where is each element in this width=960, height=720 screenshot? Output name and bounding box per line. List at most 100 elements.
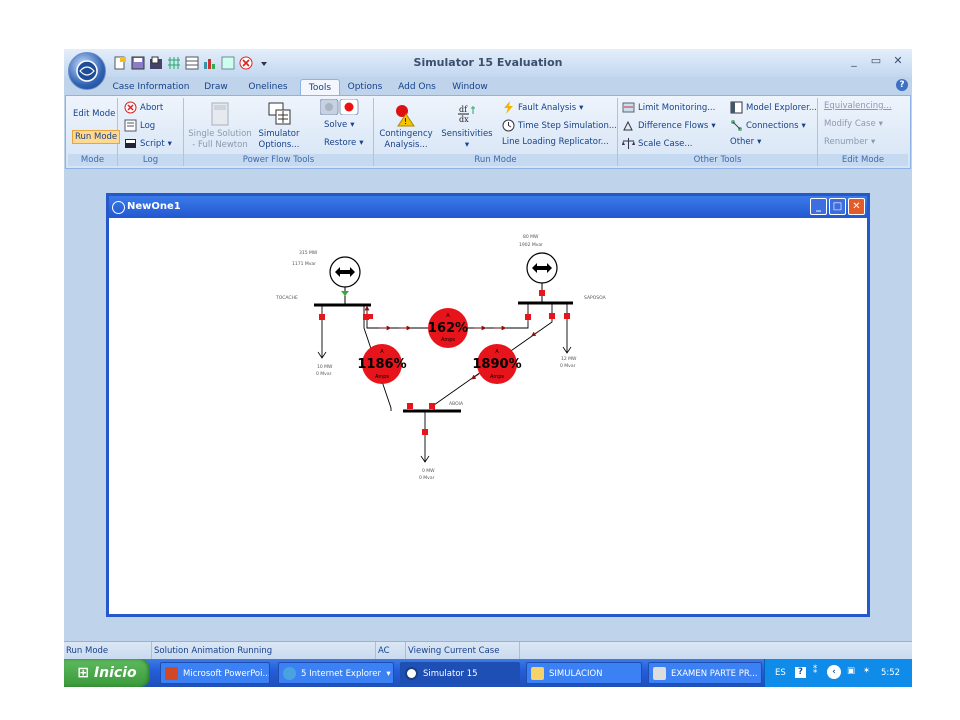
pie-chart-line-tocache-aboia[interactable]: A 1186% Amps	[357, 344, 407, 384]
connections-button[interactable]: Connections ▾	[730, 119, 806, 132]
simulator-options-button[interactable]: Simulator Options...	[254, 102, 304, 150]
difference-flows-button[interactable]: Difference Flows ▾	[622, 119, 716, 132]
run-mode-group: ! Contingency Analysis... df dx Sensitivi…	[374, 98, 618, 166]
start-button[interactable]: ⊞ Inicio	[64, 659, 150, 687]
simulator-icon	[405, 667, 418, 680]
status-mode: Run Mode	[64, 642, 152, 660]
equivalencing-button[interactable]: Equivalencing...	[824, 101, 892, 111]
task-examen-label: EXAMEN PARTE PR...	[671, 669, 758, 679]
single-solution-label-1: Single Solution	[188, 129, 252, 139]
contingency-analysis-button[interactable]: ! Contingency Analysis...	[378, 102, 434, 150]
pie-chart-line-tocache-saposoa[interactable]: A 162% Amps	[428, 308, 468, 348]
other-tools-group-label: Other Tools	[618, 154, 817, 166]
application-menu-button[interactable]	[68, 52, 106, 90]
generator-right[interactable]	[526, 252, 558, 302]
restore-button[interactable]: Restore ▾	[324, 138, 364, 148]
chevron-down-icon: ▾	[801, 120, 806, 131]
workspace: NewOne1 _ □ ✕ 315 MW 1171 Mvar 80 MW 190…	[64, 169, 912, 641]
solve-button[interactable]: Solve ▾	[324, 120, 355, 130]
sensitivities-button[interactable]: df dx Sensitivities ▾	[440, 102, 494, 150]
restore-button[interactable]: ▭	[868, 53, 884, 69]
oneline-title: NewOne1	[127, 201, 181, 212]
chevron-down-icon: ▾	[383, 669, 391, 679]
help-tray-icon[interactable]: ?	[795, 667, 806, 678]
window-controls: _ ▭ ✕	[846, 53, 906, 69]
script-label: Script	[140, 138, 165, 149]
abort-button[interactable]: Abort	[124, 101, 163, 114]
mode-group: Edit Mode Run Mode Mode	[68, 98, 121, 166]
close-button[interactable]: ✕	[890, 53, 906, 69]
minimize-button[interactable]: _	[846, 53, 862, 69]
edit-mode-group: Equivalencing... Modify Case ▾ Renumber …	[818, 98, 908, 166]
power-flow-tools-group: Single Solution - Full Newton Simulator …	[184, 98, 374, 166]
oneline-maximize-button[interactable]: □	[829, 198, 846, 215]
renumber-label: Renumber	[824, 137, 868, 147]
single-solution-button[interactable]: Single Solution - Full Newton	[188, 102, 252, 150]
chevron-down-icon: ▾	[350, 120, 355, 130]
run-mode-button[interactable]: Run Mode	[72, 130, 121, 144]
log-group: Abort Log Script ▾ Log	[118, 98, 184, 166]
log-button[interactable]: Log	[124, 119, 155, 132]
task-simulator[interactable]: Simulator 15	[400, 662, 520, 684]
generator-left[interactable]	[329, 256, 361, 304]
task-examen[interactable]: EXAMEN PARTE PR...	[648, 662, 762, 684]
folder-icon	[531, 667, 544, 680]
oneline-minimize-button[interactable]: _	[810, 198, 827, 215]
tab-case-information[interactable]: Case Information	[112, 79, 190, 95]
help-icon[interactable]: ?	[896, 79, 908, 91]
oneline-window[interactable]: NewOne1 _ □ ✕ 315 MW 1171 Mvar 80 MW 190…	[106, 193, 870, 617]
play-stop-controls	[320, 99, 360, 115]
script-button[interactable]: Script ▾	[124, 137, 172, 150]
other-label: Other	[730, 137, 755, 147]
pie-1-value: 162%	[428, 321, 468, 336]
simulator-app-window: Simulator 15 Evaluation _ ▭ ✕ Case Infor…	[64, 49, 912, 687]
fault-analysis-button[interactable]: Fault Analysis ▾	[502, 101, 583, 114]
language-indicator[interactable]: ES	[775, 668, 786, 678]
load-right-mvar-label: 0 Mvar	[560, 363, 576, 369]
load-left-mvar-label: 0 Mvar	[316, 371, 332, 377]
tab-tools[interactable]: Tools	[300, 79, 340, 96]
difference-flows-label: Difference Flows	[638, 120, 709, 131]
network-icon[interactable]: ▣	[847, 666, 855, 676]
contingency-icon: !	[396, 105, 415, 127]
bus-tocache-label: TOCACHE	[275, 295, 298, 301]
renumber-button[interactable]: Renumber ▾	[824, 137, 875, 147]
tab-window[interactable]: Window	[448, 79, 492, 95]
tab-options[interactable]: Options	[344, 79, 386, 95]
solve-label: Solve	[324, 120, 348, 130]
log-icon	[124, 119, 137, 132]
time-step-simulation-button[interactable]: Time Step Simulation...	[502, 119, 617, 132]
model-explorer-label: Model Explorer...	[746, 102, 817, 113]
model-explorer-icon	[730, 101, 743, 114]
task-internet-explorer[interactable]: 5 Internet Explorer ▾	[278, 662, 394, 684]
input-tray-icon[interactable]: ⁑	[813, 666, 817, 676]
edit-mode-button[interactable]: Edit Mode	[73, 109, 115, 119]
log-group-label: Log	[118, 154, 183, 166]
limit-monitoring-button[interactable]: Limit Monitoring...	[622, 101, 715, 114]
model-explorer-button[interactable]: Model Explorer...	[730, 101, 817, 114]
show-hidden-icons-button[interactable]: ‹	[827, 665, 841, 679]
chevron-down-icon: ▾	[757, 137, 762, 147]
task-simulacion[interactable]: SIMULACION	[526, 662, 642, 684]
oneline-close-button[interactable]: ✕	[848, 198, 865, 215]
tab-draw[interactable]: Draw	[196, 79, 236, 95]
options-icon	[268, 102, 291, 125]
scale-case-label: Scale Case...	[638, 138, 693, 149]
task-powerpoint[interactable]: Microsoft PowerPoi...	[160, 662, 270, 684]
simulator-options-label-2: Options...	[258, 140, 300, 150]
other-button[interactable]: Other ▾	[730, 137, 761, 147]
tab-add-ons[interactable]: Add Ons	[394, 79, 440, 95]
pie-chart-line-saposoa-aboia[interactable]: A 1890% Amps	[472, 344, 522, 384]
gen-right-mw-label: 80 MW	[523, 234, 539, 240]
clock[interactable]: 5:52	[881, 668, 900, 678]
modify-case-button[interactable]: Modify Case ▾	[824, 119, 883, 129]
restore-label: Restore	[324, 138, 357, 148]
chevron-down-icon: ▾	[878, 119, 883, 129]
security-icon[interactable]: ✶	[863, 666, 870, 676]
oneline-diagram[interactable]: 315 MW 1171 Mvar 80 MW 1902 Mvar TOCACHE…	[109, 218, 867, 617]
oneline-title-bar[interactable]: NewOne1 _ □ ✕	[109, 196, 867, 218]
tab-onelines[interactable]: Onelines	[242, 79, 294, 95]
line-loading-replicator-button[interactable]: Line Loading Replicator...	[502, 137, 609, 147]
scale-case-button[interactable]: Scale Case...	[622, 137, 692, 150]
chevron-down-icon: ▾	[579, 102, 584, 113]
